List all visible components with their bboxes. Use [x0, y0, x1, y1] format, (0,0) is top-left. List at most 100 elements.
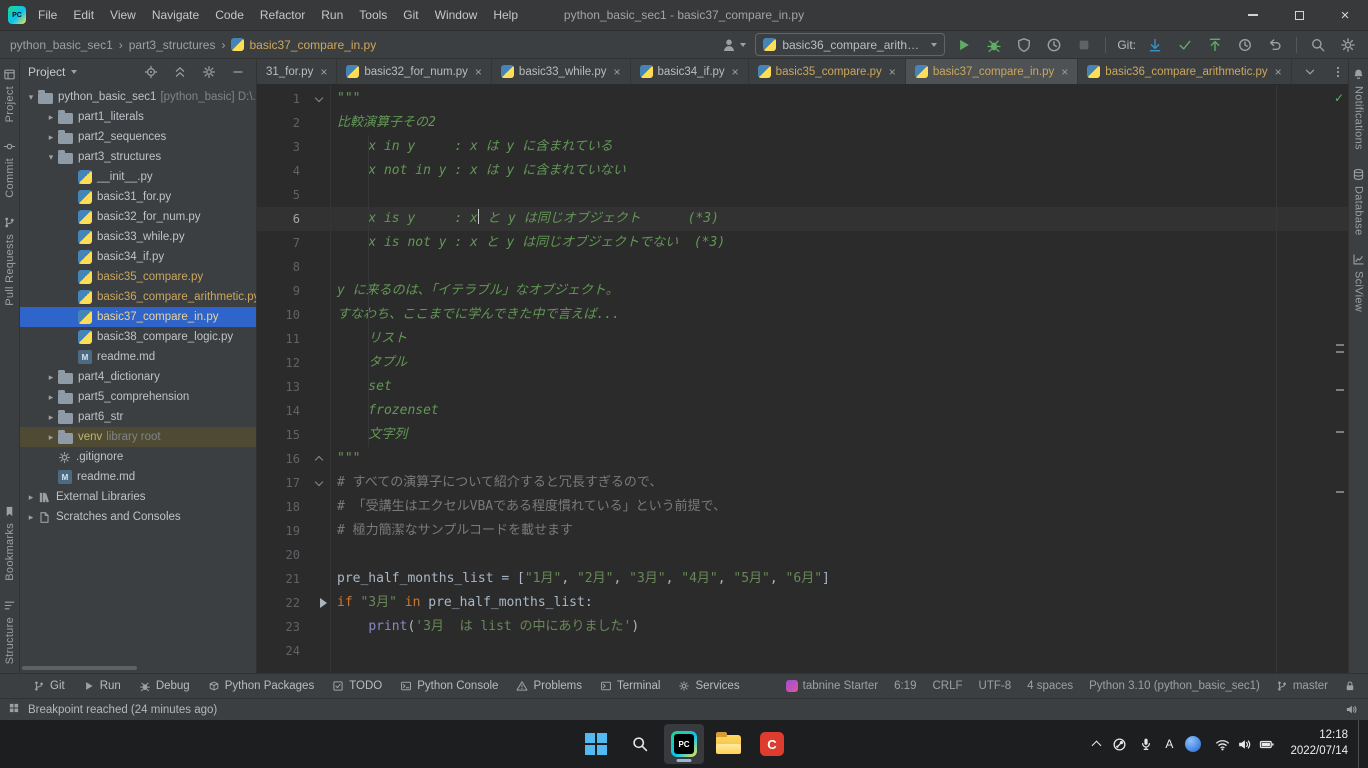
- line-number[interactable]: 23: [257, 615, 330, 639]
- commit-check-button[interactable]: [1175, 35, 1195, 55]
- tree-item-python-basic-sec1[interactable]: ▾python_basic_sec1 [python_basic] D:\...: [20, 87, 256, 107]
- line-number[interactable]: 6: [257, 207, 330, 231]
- inspections-ok-icon[interactable]: ✓: [1334, 91, 1344, 105]
- fold-icon[interactable]: [315, 478, 323, 486]
- status-widget-master[interactable]: master: [1276, 680, 1328, 692]
- ime-indicator[interactable]: A: [1159, 724, 1179, 764]
- close-icon[interactable]: ×: [320, 65, 327, 79]
- more-vertical-button[interactable]: [1328, 62, 1348, 82]
- tree-chevron-icon[interactable]: ▸: [44, 132, 58, 143]
- code-line[interactable]: タプル: [331, 351, 1348, 375]
- code-area[interactable]: """比較演算子その2 x in y : x は y に含まれている x not…: [331, 85, 1348, 673]
- menu-edit[interactable]: Edit: [65, 0, 102, 30]
- run-config-select[interactable]: basic36_compare_arithmetic: [755, 33, 945, 56]
- menu-file[interactable]: File: [30, 0, 65, 30]
- line-number[interactable]: 14: [257, 399, 330, 423]
- menu-tools[interactable]: Tools: [351, 0, 395, 30]
- toolwindow-button-run[interactable]: Run: [74, 674, 130, 698]
- toolwindow-button-services[interactable]: Services: [669, 674, 748, 698]
- tree-item-scratches-and-consoles[interactable]: ▸Scratches and Consoles: [20, 507, 256, 527]
- tree-chevron-icon[interactable]: ▸: [44, 372, 58, 383]
- tree-item-part5-comprehension[interactable]: ▸part5_comprehension: [20, 387, 256, 407]
- stop-button[interactable]: [1074, 35, 1094, 55]
- breadcrumb-item-basic37-compare-in-py[interactable]: basic37_compare_in.py: [231, 38, 376, 52]
- tab-basic37-compare-in-py[interactable]: basic37_compare_in.py×: [906, 59, 1078, 84]
- tab-basic33-while-py[interactable]: basic33_while.py×: [492, 59, 631, 84]
- line-number[interactable]: 2: [257, 111, 330, 135]
- fold-icon[interactable]: [315, 456, 323, 464]
- code-line[interactable]: 比較演算子その2: [331, 111, 1348, 135]
- code-line[interactable]: すなわち、ここまでに学んできた中で言えば...: [331, 303, 1348, 327]
- toolwindow-button-project[interactable]: Project: [3, 59, 16, 131]
- code-line[interactable]: x not in y : x は y に含まれていない: [331, 159, 1348, 183]
- status-widget-utf-8[interactable]: UTF-8: [979, 680, 1012, 692]
- status-widget-tabnine-starter[interactable]: tabnine Starter: [786, 680, 878, 692]
- code-line[interactable]: [331, 183, 1348, 207]
- tree-item-init-py[interactable]: __init__.py: [20, 167, 256, 187]
- code-line[interactable]: # 極力簡潔なサンプルコードを載せます: [331, 519, 1348, 543]
- line-number[interactable]: 4: [257, 159, 330, 183]
- mic-tray-button[interactable]: [1133, 724, 1159, 764]
- debug-button[interactable]: [984, 35, 1004, 55]
- toolwindow-button-todo[interactable]: TODO: [323, 674, 391, 698]
- line-number[interactable]: 3: [257, 135, 330, 159]
- close-button[interactable]: ×: [1322, 0, 1368, 30]
- line-number[interactable]: 17: [257, 471, 330, 495]
- toolwindow-button-bookmarks[interactable]: Bookmarks: [3, 496, 16, 590]
- line-number[interactable]: 15: [257, 423, 330, 447]
- tree-item-gitignore[interactable]: .gitignore: [20, 447, 256, 467]
- push-button[interactable]: [1205, 35, 1225, 55]
- pycharm-app-button[interactable]: PC: [664, 724, 704, 764]
- red-c-app-button[interactable]: C: [752, 724, 792, 764]
- tree-chevron-icon[interactable]: ▸: [24, 492, 38, 503]
- status-widget-6-19[interactable]: 6:19: [894, 680, 916, 692]
- code-line[interactable]: if "3月" in pre_half_months_list:: [331, 591, 1348, 615]
- close-icon[interactable]: ×: [475, 65, 482, 79]
- rollback-button[interactable]: [1265, 35, 1285, 55]
- status-widget-python-3-10-python-basic-sec1[interactable]: Python 3.10 (python_basic_sec1): [1089, 680, 1260, 692]
- close-icon[interactable]: ×: [614, 65, 621, 79]
- code-line[interactable]: リスト: [331, 327, 1348, 351]
- line-number[interactable]: 21: [257, 567, 330, 591]
- line-number[interactable]: 24: [257, 639, 330, 663]
- code-line[interactable]: frozenset: [331, 399, 1348, 423]
- fold-icon[interactable]: [315, 94, 323, 102]
- close-icon[interactable]: ×: [889, 65, 896, 79]
- breadcrumb-item-python-basic-sec1[interactable]: python_basic_sec1: [10, 38, 113, 52]
- tree-item-part4-dictionary[interactable]: ▸part4_dictionary: [20, 367, 256, 387]
- toolwindow-button-pull-requests[interactable]: Pull Requests: [3, 207, 16, 315]
- code-line[interactable]: x is y : x と y は同じオブジェクト (*3): [331, 207, 1348, 231]
- line-number[interactable]: 12: [257, 351, 330, 375]
- hide-button[interactable]: [228, 62, 248, 82]
- code-line[interactable]: """: [331, 87, 1348, 111]
- menu-run[interactable]: Run: [313, 0, 351, 30]
- toolwindow-button-commit[interactable]: Commit: [3, 131, 16, 207]
- code-line[interactable]: # すべての演算子について紹介すると冗長すぎるので、: [331, 471, 1348, 495]
- code-line[interactable]: [331, 639, 1348, 663]
- chevron-down-button[interactable]: [1300, 62, 1320, 82]
- settings-gear-button[interactable]: [199, 62, 219, 82]
- status-widget-4-spaces[interactable]: 4 spaces: [1027, 680, 1073, 692]
- tree-chevron-icon[interactable]: ▸: [44, 392, 58, 403]
- locate-button[interactable]: [141, 62, 161, 82]
- tree-item-basic37-compare-in-py[interactable]: basic37_compare_in.py: [20, 307, 256, 327]
- tree-chevron-icon[interactable]: ▾: [44, 152, 58, 163]
- toolwindow-button-structure[interactable]: Structure: [3, 590, 16, 673]
- line-number[interactable]: 11: [257, 327, 330, 351]
- tree-item-basic35-compare-py[interactable]: basic35_compare.py: [20, 267, 256, 287]
- search-button[interactable]: [1308, 35, 1328, 55]
- line-number[interactable]: 20: [257, 543, 330, 567]
- tab-31-for-py[interactable]: 31_for.py×: [257, 59, 337, 84]
- menu-refactor[interactable]: Refactor: [252, 0, 313, 30]
- tree-chevron-icon[interactable]: ▸: [44, 432, 58, 443]
- line-number[interactable]: 18: [257, 495, 330, 519]
- tree-chevron-icon[interactable]: ▸: [44, 112, 58, 123]
- show-desktop-button[interactable]: [1358, 720, 1366, 768]
- status-message[interactable]: Breakpoint reached (24 minutes ago): [28, 704, 217, 716]
- menu-help[interactable]: Help: [485, 0, 526, 30]
- toolwindow-button-python-packages[interactable]: Python Packages: [199, 674, 324, 698]
- toolwindow-button-terminal[interactable]: Terminal: [591, 674, 669, 698]
- code-line[interactable]: [331, 255, 1348, 279]
- status-widget-lock[interactable]: [1344, 680, 1356, 692]
- user-menu-button[interactable]: [721, 37, 746, 53]
